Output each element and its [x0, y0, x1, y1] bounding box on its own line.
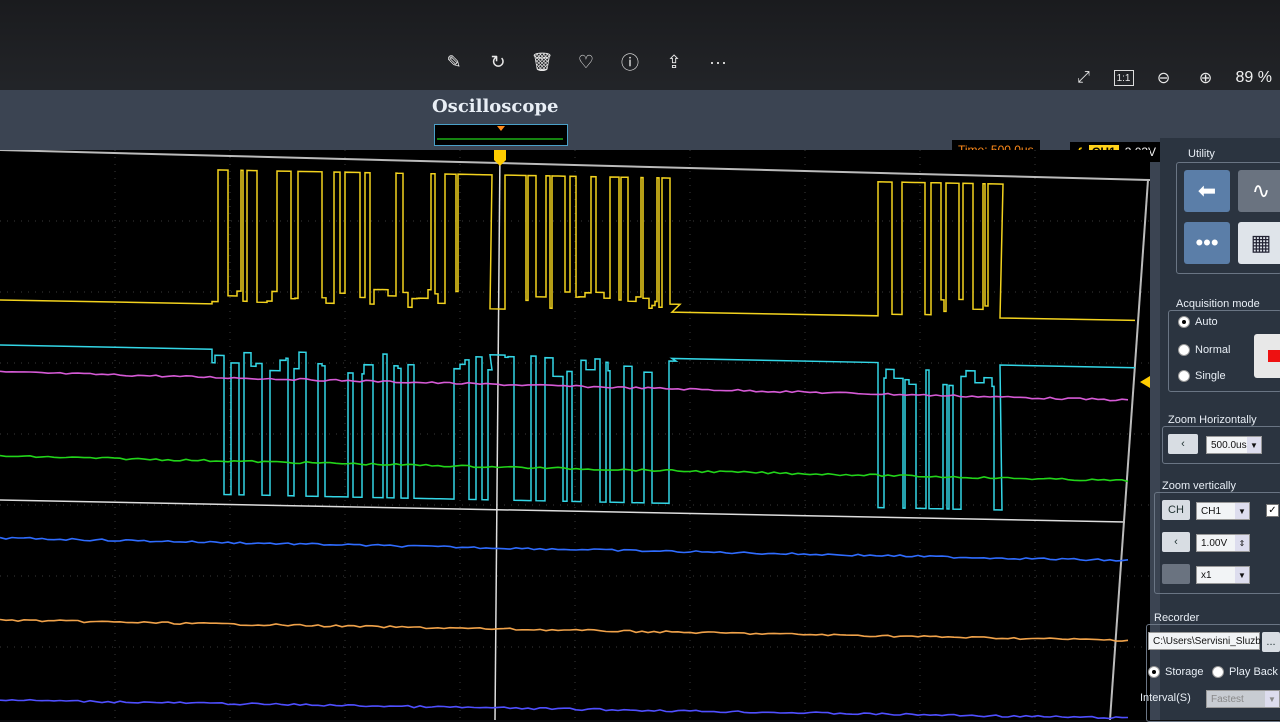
volt-value: 1.00V — [1201, 537, 1228, 549]
window-title: Oscilloscope — [432, 96, 559, 117]
viewer-toolbar-center: ✎ ↻ 🗑 ♡ ⓘ ⇪ ··· — [440, 48, 732, 76]
acquisition-title: Acquisition mode — [1176, 298, 1260, 310]
probe-select[interactable]: x1 ▼ — [1196, 566, 1250, 584]
zoom-level: 89 % — [1235, 69, 1272, 86]
center-axis-vertical — [494, 150, 501, 720]
waveform-icon[interactable]: ∿ — [1238, 170, 1280, 212]
storage-label: Storage — [1165, 666, 1204, 678]
timebase-preview[interactable] — [434, 124, 568, 146]
graticule — [0, 150, 1150, 720]
playback-label: Play Back — [1229, 666, 1278, 678]
radio-dot — [1212, 666, 1224, 678]
radio-dot — [1178, 316, 1190, 328]
probe-value: x1 — [1201, 569, 1212, 581]
more-options-icon[interactable]: ••• — [1184, 222, 1230, 264]
mode-single-label: Single — [1195, 370, 1226, 382]
ch3-trace — [0, 370, 1129, 402]
ch2-trace — [0, 344, 1136, 511]
viewer-toolbar-right: ⤢ 1:1 ⊖ ⊕ 89 % — [1072, 66, 1272, 90]
radio-dot — [1178, 344, 1190, 356]
zoom-h-value: 500.0us — [1211, 439, 1247, 451]
actual-size-icon[interactable]: 1:1 — [1113, 70, 1134, 86]
radio-dot — [1148, 666, 1160, 678]
screen-border-top — [0, 150, 1150, 181]
more-icon[interactable]: ··· — [704, 48, 732, 76]
mode-single[interactable]: Single — [1178, 370, 1226, 382]
waveform-display[interactable] — [0, 150, 1150, 720]
dropdown-arrow-icon: ▼ — [1235, 503, 1249, 519]
zoom-h-decrease-icon[interactable]: ‹ — [1168, 434, 1198, 454]
zoom-h-select[interactable]: 500.0us ▼ — [1206, 436, 1262, 454]
interval-value: Fastest — [1211, 693, 1244, 705]
channel-value: CH1 — [1201, 505, 1222, 517]
info-icon[interactable]: ⓘ — [616, 48, 644, 76]
zoom-out-icon[interactable]: ⊖ — [1152, 66, 1176, 90]
trigger-position-icon — [497, 126, 505, 131]
waveform-canvas[interactable] — [0, 150, 1150, 720]
playback-option[interactable]: Play Back — [1212, 666, 1278, 678]
volt-decrease-icon[interactable]: ‹ — [1162, 532, 1190, 552]
radio-dot — [1178, 370, 1190, 382]
screen-border-right — [1109, 179, 1149, 720]
center-axis-horizontal — [0, 499, 1126, 523]
ch7-trace — [0, 698, 1129, 720]
dropdown-arrow-icon: ▼ — [1247, 437, 1261, 453]
delete-icon[interactable]: 🗑 — [528, 48, 556, 76]
oscilloscope-window: Oscilloscope Time: 500.0us ƒ CH1 3.03V U… — [0, 90, 1280, 722]
mode-auto-label: Auto — [1195, 316, 1218, 328]
channel-enable-checkbox[interactable]: ✓ — [1266, 504, 1279, 517]
spin-arrows-icon: ⇕ — [1235, 535, 1249, 551]
storage-option[interactable]: Storage — [1148, 666, 1204, 678]
back-arrow-icon[interactable]: ⬅ — [1184, 170, 1230, 212]
recorder-path-field[interactable]: C:\Users\Servisni_Sluzb — [1148, 632, 1261, 650]
mode-normal-label: Normal — [1195, 344, 1231, 356]
image-viewer-toolbar: ✎ ↻ 🗑 ♡ ⓘ ⇪ ··· ⤢ 1:1 ⊖ ⊕ 89 % — [0, 0, 1280, 96]
fullscreen-icon[interactable]: ⤢ — [1072, 66, 1096, 90]
dropdown-arrow-icon: ▼ — [1265, 691, 1279, 707]
edit-icon[interactable]: ✎ — [440, 48, 468, 76]
mode-normal[interactable]: Normal — [1178, 344, 1230, 356]
zoom-horizontal-title: Zoom Horizontally — [1168, 414, 1257, 426]
channel-select[interactable]: CH1 ▼ — [1196, 502, 1250, 520]
rotate-icon[interactable]: ↻ — [484, 48, 512, 76]
zoom-vertical-title: Zoom vertically — [1162, 480, 1236, 492]
browse-button[interactable]: ... — [1262, 632, 1280, 652]
traces — [0, 169, 1136, 720]
utility-title: Utility — [1188, 148, 1215, 160]
stop-button[interactable] — [1254, 334, 1280, 378]
recorder-title: Recorder — [1154, 612, 1200, 624]
interval-label: Interval(S) — [1140, 692, 1191, 704]
interval-select[interactable]: Fastest ▼ — [1206, 690, 1280, 708]
ch5-trace — [0, 536, 1129, 562]
recorder-path: C:\Users\Servisni_Sluzb — [1153, 635, 1261, 647]
dropdown-arrow-icon: ▼ — [1235, 567, 1249, 583]
share-icon[interactable]: ⇪ — [660, 48, 688, 76]
ch4-trace — [0, 454, 1129, 483]
trigger-level-marker-icon[interactable] — [1140, 376, 1150, 388]
timebase-preview-wave — [437, 126, 563, 140]
ch1-trace — [0, 169, 1136, 322]
qr-code-icon[interactable]: ▦ — [1238, 222, 1280, 264]
control-panel: Utility ⬅ ∿ ••• ▦ Acquisition mode Auto … — [1140, 138, 1280, 722]
favorite-icon[interactable]: ♡ — [572, 48, 600, 76]
channel-button[interactable]: CH — [1162, 500, 1190, 520]
zoom-in-icon[interactable]: ⊕ — [1194, 66, 1218, 90]
probe-button[interactable] — [1162, 564, 1190, 584]
mode-auto[interactable]: Auto — [1178, 316, 1218, 328]
ch6-trace — [0, 618, 1129, 642]
volt-spinbox[interactable]: 1.00V ⇕ — [1196, 534, 1250, 552]
